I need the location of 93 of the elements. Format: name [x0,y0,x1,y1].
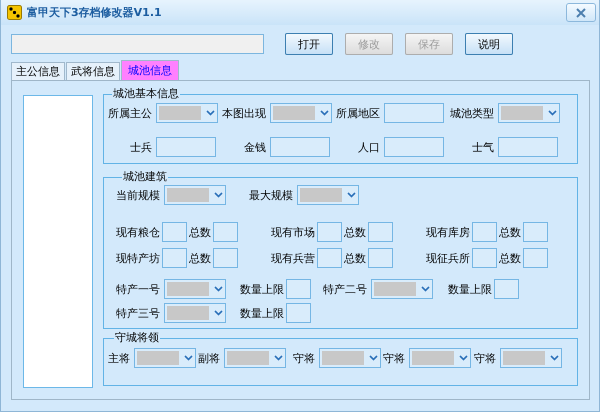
field-label: 士气 [471,140,494,154]
field-label: 总数 [499,224,521,240]
dropdown[interactable] [371,279,433,299]
chevron-down-icon [347,192,356,198]
field-label: 总数 [344,250,366,266]
field-label: 现有市场 [271,224,315,240]
field-label: 总数 [189,224,211,240]
chevron-down-icon [320,110,329,116]
toolbar-button[interactable]: 打开 [285,33,333,55]
toolbar-button[interactable]: 说明 [465,33,513,55]
field-label: 士兵 [129,140,152,154]
input-field[interactable] [317,222,342,242]
input-field[interactable] [317,248,342,268]
group-title: 守城将领 [114,331,160,345]
input-field[interactable] [286,279,311,299]
chevron-down-icon [550,355,559,361]
dice-icon [7,5,22,20]
tab[interactable]: 武将信息 [66,62,120,80]
field-label: 城池类型 [449,106,494,120]
chevron-down-icon [184,355,193,361]
input-field[interactable] [162,248,187,268]
input-field[interactable] [368,248,393,268]
input-field[interactable] [494,279,519,299]
field-label: 当前规模 [116,188,160,202]
close-icon [576,8,586,18]
field-label: 总数 [189,250,211,266]
window-title: 富甲天下3存档修改器V1.1 [27,5,163,20]
input-field[interactable] [498,137,558,157]
input-field[interactable] [213,222,238,242]
field-label: 现有粮仓 [116,224,160,240]
field-label: 守将 [293,350,315,366]
dropdown[interactable] [270,103,332,123]
field-label: 所属地区 [335,106,380,120]
field-label: 守将 [383,350,405,366]
field-label: 现有库房 [426,224,470,240]
chevron-down-icon [274,355,283,361]
input-field[interactable] [523,248,548,268]
chevron-down-icon [459,355,468,361]
dropdown[interactable] [156,103,218,123]
field-label: 守将 [474,350,496,366]
chevron-down-icon [548,110,557,116]
field-label: 数量上限 [240,282,284,296]
chevron-down-icon [421,286,430,292]
dropdown[interactable] [164,279,226,299]
field-label: 特产一号 [116,282,160,296]
group-title: 城池基本信息 [112,87,180,101]
close-button[interactable] [566,3,596,22]
input-field[interactable] [523,222,548,242]
group-title: 城池建筑 [122,170,168,184]
field-label: 数量上限 [448,282,492,296]
input-field[interactable] [162,222,187,242]
chevron-down-icon [214,192,223,198]
input-field[interactable] [286,303,311,323]
input-field[interactable] [213,248,238,268]
dropdown[interactable] [409,348,471,368]
dropdown[interactable] [224,348,286,368]
city-list[interactable] [23,95,93,388]
field-label: 特产三号 [116,306,160,320]
field-label: 总数 [344,224,366,240]
input-field[interactable] [270,137,330,157]
input-field[interactable] [156,137,216,157]
field-label: 总数 [499,250,521,266]
input-field[interactable] [384,103,444,123]
dropdown[interactable] [134,348,196,368]
dropdown[interactable] [500,348,562,368]
dropdown[interactable] [297,185,359,205]
chevron-down-icon [214,286,223,292]
tab[interactable]: 城池信息 [121,60,179,80]
field-label: 数量上限 [240,306,284,320]
tab[interactable]: 主公信息 [11,62,65,80]
input-field[interactable] [472,222,497,242]
input-field[interactable] [368,222,393,242]
field-label: 主将 [108,350,130,366]
field-label: 人口 [357,140,380,154]
field-label: 特产二号 [323,282,367,296]
dropdown[interactable] [498,103,560,123]
chevron-down-icon [214,310,223,316]
dropdown[interactable] [319,348,381,368]
dropdown[interactable] [164,303,226,323]
field-label: 最大规模 [249,188,293,202]
input-field[interactable] [472,248,497,268]
field-label: 副将 [198,350,220,366]
field-label: 现征兵所 [426,250,470,266]
field-label: 所属主公 [107,106,152,120]
chevron-down-icon [206,110,215,116]
field-label: 现特产坊 [116,250,160,266]
field-label: 金钱 [243,140,266,154]
input-field[interactable] [384,137,444,157]
chevron-down-icon [369,355,378,361]
file-path-field[interactable] [11,34,264,54]
field-label: 现有兵营 [271,250,315,266]
field-label: 本图出现 [221,106,266,120]
dropdown[interactable] [164,185,226,205]
